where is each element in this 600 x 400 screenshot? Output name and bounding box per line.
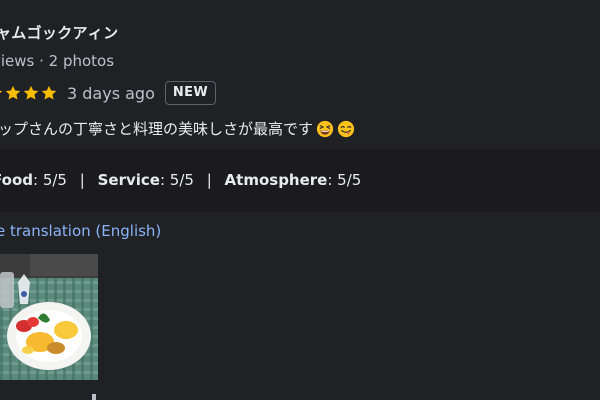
- atmosphere-rating-label: Atmosphere: [224, 171, 328, 189]
- new-badge: NEW: [164, 81, 217, 105]
- reviewer-name[interactable]: ャムゴックアィン: [0, 22, 118, 43]
- smiling-face-savoring-food-icon: [337, 120, 355, 138]
- review-text-body: ップさんの丁寧さと料理の美味しさが最高です: [0, 120, 314, 138]
- grinning-squinting-face-icon: [316, 120, 334, 138]
- star-icon: [40, 84, 58, 102]
- service-rating-label: Service: [97, 171, 160, 189]
- attribute-ratings: Food: 5/5 | Service: 5/5 | Atmosphere: 5…: [0, 171, 361, 189]
- review-photo[interactable]: [0, 254, 98, 380]
- review-time: 3 days ago: [67, 83, 155, 103]
- review-text: ップさんの丁寧さと料理の美味しさが最高です: [0, 118, 355, 139]
- star-icon: [4, 84, 22, 102]
- rating-separator: |: [79, 171, 85, 189]
- review-card: ャムゴックアィン views · 2 photos 3 days ago NEW…: [0, 0, 600, 400]
- star-rating: [0, 84, 58, 102]
- atmosphere-rating-value: : 5/5: [327, 171, 362, 189]
- see-translation-link[interactable]: e translation (English): [0, 222, 161, 240]
- rating-separator: |: [206, 171, 212, 189]
- food-rating-value: : 5/5: [33, 171, 67, 189]
- star-icon: [22, 84, 40, 102]
- food-rating-label: Food: [0, 171, 33, 189]
- service-rating-value: : 5/5: [159, 171, 194, 189]
- reviewer-meta: views · 2 photos: [0, 52, 115, 70]
- rating-row: 3 days ago NEW: [0, 80, 217, 106]
- next-row-fragment: [92, 394, 96, 400]
